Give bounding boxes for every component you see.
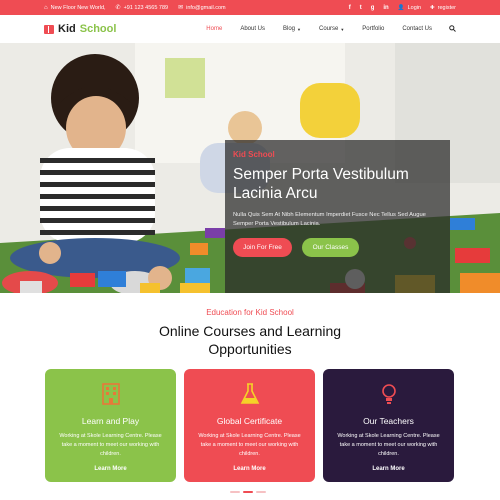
nav-portfolio-label: Portfolio <box>362 26 385 32</box>
user-icon: 👤 <box>397 4 405 11</box>
login-label: Login <box>407 4 422 11</box>
hero-card: Kid School Semper Porta Vestibulum Lacin… <box>225 140 450 293</box>
section-eyebrow: Education for Kid School <box>206 308 294 317</box>
site-logo[interactable]: Kid School <box>44 23 116 35</box>
nav-about[interactable]: About Us <box>231 26 274 32</box>
contact-info: ⌂ New Floor New World, ✆ +91 123 4565 789 … <box>44 4 226 12</box>
card-title: Learn and Play <box>81 416 140 426</box>
email-item[interactable]: ✉ info@gmail.com <box>178 4 226 12</box>
lightbulb-icon <box>323 382 454 406</box>
nav-blog[interactable]: Blog ▼ <box>274 26 310 32</box>
nav-home-label: Home <box>206 26 223 32</box>
logo-word-2: School <box>79 23 117 35</box>
nav-contact[interactable]: Contact Us <box>393 26 441 32</box>
address-text: New Floor New World, <box>50 4 106 11</box>
carousel-dots <box>230 491 266 493</box>
register-label: register <box>437 4 456 11</box>
feature-card-teachers: Our Teachers Working at Skole Learning C… <box>323 369 454 482</box>
classes-button[interactable]: Our Classes <box>302 238 359 257</box>
feature-card-learn: Learn and Play Working at Skole Learning… <box>45 369 176 482</box>
nav-portfolio[interactable]: Portfolio <box>353 26 393 32</box>
mail-icon: ✉ <box>178 5 184 11</box>
hero-buttons: Join For Free Our Classes <box>233 238 442 257</box>
search-icon[interactable] <box>441 24 456 34</box>
address-item: ⌂ New Floor New World, <box>44 5 106 11</box>
main-menu: Home About Us Blog ▼ Course ▼ Portfolio Co… <box>197 24 456 34</box>
learn-more-link[interactable]: Learn More <box>45 466 176 472</box>
nav-course-label: Course <box>318 26 339 32</box>
learn-more-link[interactable]: Learn More <box>184 466 315 472</box>
email-text: info@gmail.com <box>186 4 226 11</box>
social-links: f t g in <box>349 5 389 11</box>
caret-down-icon: ▼ <box>297 26 301 32</box>
hero-banner: Kid School Semper Porta Vestibulum Lacin… <box>0 43 500 293</box>
card-text: Working at Skole Learning Centre. Please… <box>337 433 440 457</box>
phone-item[interactable]: ✆ +91 123 4565 789 <box>115 4 169 12</box>
twitter-icon[interactable]: t <box>360 5 362 11</box>
nav-contact-label: Contact Us <box>402 26 432 32</box>
login-link[interactable]: 👤 Login <box>398 5 421 11</box>
top-bar: ⌂ New Floor New World, ✆ +91 123 4565 789 … <box>0 0 500 15</box>
learn-more-link[interactable]: Learn More <box>323 466 454 472</box>
card-title: Global Certificate <box>216 416 283 426</box>
location-icon: ⌂ <box>44 4 48 11</box>
nav-about-label: About Us <box>240 26 265 32</box>
section-title-line-1: Online Courses and Learning <box>158 323 342 339</box>
feature-cards: Learn and Play Working at Skole Learning… <box>45 369 454 482</box>
card-title: Our Teachers <box>363 416 414 426</box>
caret-down-icon: ▼ <box>340 26 345 32</box>
hero-title: Semper Porta Vestibulum Lacinia Arcu <box>233 166 409 202</box>
navbar: Kid School Home About Us Blog ▼ Course ▼ P… <box>0 15 500 43</box>
section-title: Online Courses and Learning Opportunitie… <box>0 322 500 358</box>
carousel-dot-active[interactable] <box>243 491 253 493</box>
building-icon <box>45 382 176 406</box>
section-title-line-2: Opportunities <box>208 341 292 357</box>
google-icon[interactable]: g <box>371 5 375 11</box>
carousel-dot[interactable] <box>230 491 240 493</box>
feature-card-certificate: Global Certificate Working at Skole Lear… <box>184 369 315 482</box>
flask-icon <box>184 382 315 406</box>
logo-word-1: Kid <box>58 23 76 35</box>
card-text: Working at Skole Learning Centre. Please… <box>198 433 301 457</box>
hero-text: Nulla Quis Sem At Nibh Elementum Imperdi… <box>233 212 426 227</box>
book-icon <box>44 24 54 34</box>
carousel-dot[interactable] <box>256 491 266 493</box>
register-link[interactable]: ✚ register <box>430 5 456 11</box>
topbar-right: f t g in 👤 Login ✚ register <box>349 5 456 11</box>
card-text: Working at Skole Learning Centre. Please… <box>59 433 162 457</box>
join-button[interactable]: Join For Free <box>233 238 292 257</box>
phone-icon: ✆ <box>115 5 121 11</box>
facebook-icon[interactable]: f <box>349 5 351 11</box>
nav-blog-label: Blog <box>283 26 296 32</box>
linkedin-icon[interactable]: in <box>383 5 388 11</box>
hero-eyebrow: Kid School <box>233 150 275 159</box>
nav-home[interactable]: Home <box>197 26 231 32</box>
phone-text: +91 123 4565 789 <box>123 4 169 11</box>
nav-course[interactable]: Course ▼ <box>310 26 353 32</box>
user-plus-icon: ✚ <box>430 4 435 11</box>
